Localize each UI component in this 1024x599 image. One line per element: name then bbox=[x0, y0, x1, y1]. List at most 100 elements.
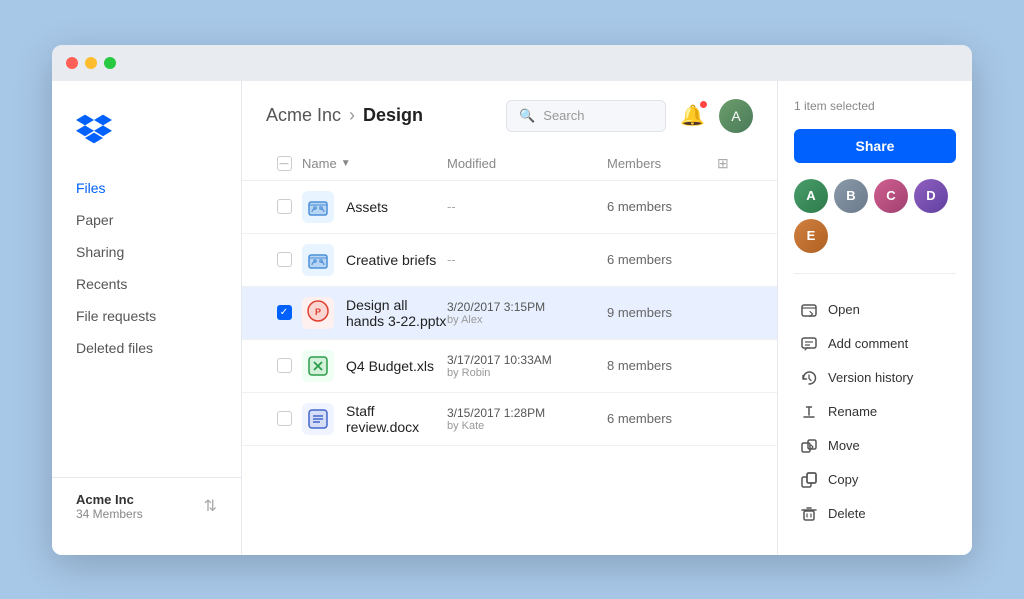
file-modified-by: by Kate bbox=[447, 420, 607, 432]
row-checkbox-staff-review[interactable] bbox=[266, 411, 302, 426]
sidebar-item-paper[interactable]: Paper bbox=[52, 204, 241, 236]
file-members-count: 8 members bbox=[607, 358, 717, 373]
file-modified-date: 3/15/2017 1:28PM bbox=[447, 406, 607, 420]
file-browser: Acme Inc › Design 🔍 Search 🔔 A bbox=[242, 81, 777, 555]
header-right: 🔍 Search 🔔 A bbox=[506, 99, 753, 133]
sidebar-org-info[interactable]: Acme Inc 34 Members ⇅ bbox=[52, 477, 241, 535]
member-avatars-list: A B C D E bbox=[794, 179, 956, 253]
file-type-icon bbox=[302, 403, 334, 435]
sidebar-item-recents[interactable]: Recents bbox=[52, 268, 241, 300]
context-label-add-comment: Add comment bbox=[828, 336, 908, 351]
file-modified-date: -- bbox=[447, 199, 607, 214]
context-label-move: Move bbox=[828, 438, 860, 453]
context-menu-move[interactable]: Move bbox=[794, 430, 956, 462]
org-members: 34 Members bbox=[76, 507, 143, 521]
breadcrumb-separator: › bbox=[349, 105, 355, 126]
table-header-row: Name ▼ Modified Members ⊞ bbox=[242, 147, 777, 181]
search-placeholder: Search bbox=[543, 108, 584, 123]
close-button[interactable] bbox=[66, 57, 78, 69]
file-modified-date: -- bbox=[447, 252, 607, 267]
share-button[interactable]: Share bbox=[794, 129, 956, 163]
table-row[interactable]: Assets -- 6 members bbox=[242, 181, 777, 234]
member-avatar: D bbox=[914, 179, 948, 213]
context-label-version-history: Version history bbox=[828, 370, 913, 385]
member-avatar: E bbox=[794, 219, 828, 253]
notifications-button[interactable]: 🔔 bbox=[680, 103, 705, 128]
file-name-label: Design all hands 3-22.pptx bbox=[346, 297, 447, 329]
file-modified-by: by Alex bbox=[447, 314, 607, 326]
file-name-label: Q4 Budget.xls bbox=[346, 358, 434, 374]
rename-icon bbox=[800, 403, 818, 421]
context-label-copy: Copy bbox=[828, 472, 858, 487]
context-menu-open[interactable]: Open bbox=[794, 294, 956, 326]
table-row[interactable]: Creative briefs -- 6 members bbox=[242, 234, 777, 287]
context-label-rename: Rename bbox=[828, 404, 877, 419]
org-name: Acme Inc bbox=[76, 492, 143, 507]
maximize-button[interactable] bbox=[104, 57, 116, 69]
titlebar bbox=[52, 45, 972, 81]
breadcrumb: Acme Inc › Design bbox=[266, 105, 423, 126]
column-header-members: Members bbox=[607, 156, 717, 171]
table-row[interactable]: Staff review.docx 3/15/2017 1:28PM by Ka… bbox=[242, 393, 777, 446]
file-name-label: Creative briefs bbox=[346, 252, 436, 268]
row-checkbox-assets[interactable] bbox=[266, 199, 302, 214]
table-row[interactable]: Q4 Budget.xls 3/17/2017 10:33AM by Robin… bbox=[242, 340, 777, 393]
move-icon bbox=[800, 437, 818, 455]
dropbox-logo-icon bbox=[76, 111, 112, 147]
breadcrumb-parent[interactable]: Acme Inc bbox=[266, 105, 341, 126]
copy-icon bbox=[800, 471, 818, 489]
main-content: Files Paper Sharing Recents File request… bbox=[52, 81, 972, 555]
sidebar-item-sharing[interactable]: Sharing bbox=[52, 236, 241, 268]
context-menu-version-history[interactable]: Version history bbox=[794, 362, 956, 394]
file-type-icon bbox=[302, 244, 334, 276]
selected-info: 1 item selected bbox=[794, 99, 956, 113]
sidebar-item-deleted-files[interactable]: Deleted files bbox=[52, 332, 241, 364]
chevron-up-down-icon: ⇅ bbox=[204, 496, 217, 516]
file-header: Acme Inc › Design 🔍 Search 🔔 A bbox=[242, 81, 777, 133]
file-table: Name ▼ Modified Members ⊞ bbox=[242, 147, 777, 555]
context-label-open: Open bbox=[828, 302, 860, 317]
member-avatar: B bbox=[834, 179, 868, 213]
row-checkbox-creative-briefs[interactable] bbox=[266, 252, 302, 267]
file-name-label: Assets bbox=[346, 199, 388, 215]
context-menu-rename[interactable]: Rename bbox=[794, 396, 956, 428]
search-box[interactable]: 🔍 Search bbox=[506, 100, 666, 132]
comment-icon bbox=[800, 335, 818, 353]
minimize-button[interactable] bbox=[85, 57, 97, 69]
file-modified-date: 3/17/2017 10:33AM bbox=[447, 353, 607, 367]
file-type-icon: P bbox=[302, 297, 334, 329]
file-modified-by: by Robin bbox=[447, 367, 607, 379]
right-panel: 1 item selected Share A B C D E bbox=[777, 81, 972, 555]
table-row[interactable]: P Design all hands 3-22.pptx 3/20/2017 3… bbox=[242, 287, 777, 340]
history-icon bbox=[800, 369, 818, 387]
user-avatar[interactable]: A bbox=[719, 99, 753, 133]
app-window: Files Paper Sharing Recents File request… bbox=[52, 45, 972, 555]
column-header-name[interactable]: Name ▼ bbox=[302, 156, 447, 171]
row-checkbox-q4-budget[interactable] bbox=[266, 358, 302, 373]
notification-badge bbox=[699, 100, 708, 109]
file-type-icon bbox=[302, 350, 334, 382]
context-menu-add-comment[interactable]: Add comment bbox=[794, 328, 956, 360]
sidebar-item-files[interactable]: Files bbox=[52, 172, 241, 204]
delete-icon bbox=[800, 505, 818, 523]
file-members-count: 9 members bbox=[607, 305, 717, 320]
breadcrumb-current: Design bbox=[363, 105, 423, 126]
sidebar-logo bbox=[52, 101, 241, 172]
context-menu-copy[interactable]: Copy bbox=[794, 464, 956, 496]
context-menu: Open Add comment bbox=[794, 294, 956, 530]
file-members-count: 6 members bbox=[607, 411, 717, 426]
member-avatar: A bbox=[794, 179, 828, 213]
divider bbox=[794, 273, 956, 274]
open-icon bbox=[800, 301, 818, 319]
member-avatar: C bbox=[874, 179, 908, 213]
file-members-count: 6 members bbox=[607, 199, 717, 214]
context-menu-delete[interactable]: Delete bbox=[794, 498, 956, 530]
select-all-checkbox[interactable] bbox=[266, 156, 302, 171]
sidebar: Files Paper Sharing Recents File request… bbox=[52, 81, 242, 555]
column-header-options: ⊞ bbox=[717, 155, 753, 172]
file-type-icon bbox=[302, 191, 334, 223]
file-name-label: Staff review.docx bbox=[346, 403, 447, 435]
row-checkbox-design-all-hands[interactable] bbox=[266, 305, 302, 320]
grid-icon: ⊞ bbox=[717, 155, 729, 171]
sidebar-item-file-requests[interactable]: File requests bbox=[52, 300, 241, 332]
